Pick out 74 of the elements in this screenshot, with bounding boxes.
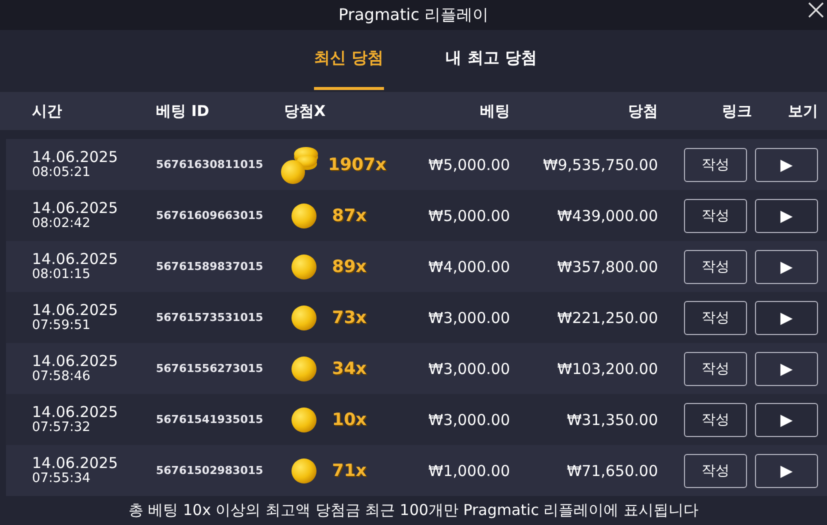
column-header: 당첨X xyxy=(284,102,327,120)
date-text: 14.06.2025 xyxy=(32,354,119,369)
play-button[interactable]: ▶ xyxy=(755,402,818,436)
date-text: 14.06.2025 xyxy=(32,150,119,165)
coin-icon xyxy=(291,202,317,228)
play-button[interactable]: ▶ xyxy=(755,148,818,182)
multiplier-text: 1907x xyxy=(328,154,386,174)
column-header: 링크 xyxy=(722,102,752,120)
multiplier-text: 34x xyxy=(332,358,367,378)
coin-icon xyxy=(291,304,317,330)
window-title: Pragmatic 리플레이 xyxy=(338,4,488,26)
time-text: 08:05:21 xyxy=(32,166,92,179)
date-text: 14.06.2025 xyxy=(32,405,119,420)
link-button[interactable]: 작성 xyxy=(684,250,747,284)
coin-icon xyxy=(291,254,317,280)
link-button[interactable]: 작성 xyxy=(684,454,747,488)
date-text: 14.06.2025 xyxy=(32,201,119,216)
play-button[interactable]: ▶ xyxy=(755,198,818,232)
win-amount-text: ₩71,650.00 xyxy=(566,462,658,480)
win-amount-text: ₩103,200.00 xyxy=(557,360,658,378)
link-button[interactable]: 작성 xyxy=(684,300,747,334)
win-amount-text: ₩9,535,750.00 xyxy=(542,156,658,174)
bet-amount-text: ₩3,000.00 xyxy=(428,360,510,378)
close-icon[interactable] xyxy=(807,1,825,19)
win-amount-text: ₩221,250.00 xyxy=(557,308,658,326)
date-text: 14.06.2025 xyxy=(32,252,119,267)
time-text: 07:55:34 xyxy=(32,472,92,485)
bet-id-text: 56761541935015 xyxy=(156,413,264,426)
coin-stack-icon xyxy=(280,144,320,184)
footer-note: 총 베팅 10x 이상의 최고액 당첨금 최근 100개만 Pragmatic 리플레이에 표시됩니다 xyxy=(128,501,699,520)
multiplier-text: 10x xyxy=(332,410,367,430)
time-text: 07:59:51 xyxy=(32,319,92,332)
time-text: 07:58:46 xyxy=(32,370,92,383)
play-button[interactable]: ▶ xyxy=(755,454,818,488)
coin-icon xyxy=(291,356,317,382)
time-text: 08:02:42 xyxy=(32,217,92,230)
bet-id-text: 56761609663015 xyxy=(156,209,264,222)
date-text: 14.06.2025 xyxy=(32,303,119,318)
time-text: 07:57:32 xyxy=(32,421,92,434)
play-button[interactable]: ▶ xyxy=(755,352,818,386)
win-amount-text: ₩439,000.00 xyxy=(557,206,658,224)
bet-amount-text: ₩5,000.00 xyxy=(428,206,510,224)
coin-icon xyxy=(291,406,317,432)
win-amount-text: ₩357,800.00 xyxy=(557,258,658,276)
multiplier-text: 73x xyxy=(332,308,367,328)
bet-amount-text: ₩3,000.00 xyxy=(428,308,510,326)
coin-icon xyxy=(291,458,317,484)
bet-id-text: 56761556273015 xyxy=(156,362,264,375)
tab[interactable]: 내 최고 당첨 xyxy=(446,30,537,90)
multiplier-text: 87x xyxy=(332,206,367,226)
link-button[interactable]: 작성 xyxy=(684,198,747,232)
bet-amount-text: ₩1,000.00 xyxy=(428,462,510,480)
link-button[interactable]: 작성 xyxy=(684,352,747,386)
link-button[interactable]: 작성 xyxy=(684,148,747,182)
column-header: 베팅 ID xyxy=(156,102,210,120)
bet-amount-text: ₩3,000.00 xyxy=(428,410,510,428)
bet-id-text: 56761502983015 xyxy=(156,464,264,477)
column-header: 시간 xyxy=(32,102,63,120)
bet-amount-text: ₩4,000.00 xyxy=(428,258,510,276)
win-amount-text: ₩31,350.00 xyxy=(566,410,658,428)
time-text: 08:01:15 xyxy=(32,268,92,281)
column-header: 보기 xyxy=(788,102,818,120)
multiplier-text: 71x xyxy=(332,460,367,480)
bet-id-text: 56761589837015 xyxy=(156,260,264,273)
column-header: 베팅 xyxy=(480,102,510,120)
play-button[interactable]: ▶ xyxy=(755,300,818,334)
bet-id-text: 56761630811015 xyxy=(156,158,264,171)
multiplier-text: 89x xyxy=(332,256,367,276)
column-header: 당첨 xyxy=(628,102,658,120)
date-text: 14.06.2025 xyxy=(32,456,119,471)
play-button[interactable]: ▶ xyxy=(755,250,818,284)
link-button[interactable]: 작성 xyxy=(684,402,747,436)
bet-id-text: 56761573531015 xyxy=(156,311,264,324)
bet-amount-text: ₩5,000.00 xyxy=(428,156,510,174)
